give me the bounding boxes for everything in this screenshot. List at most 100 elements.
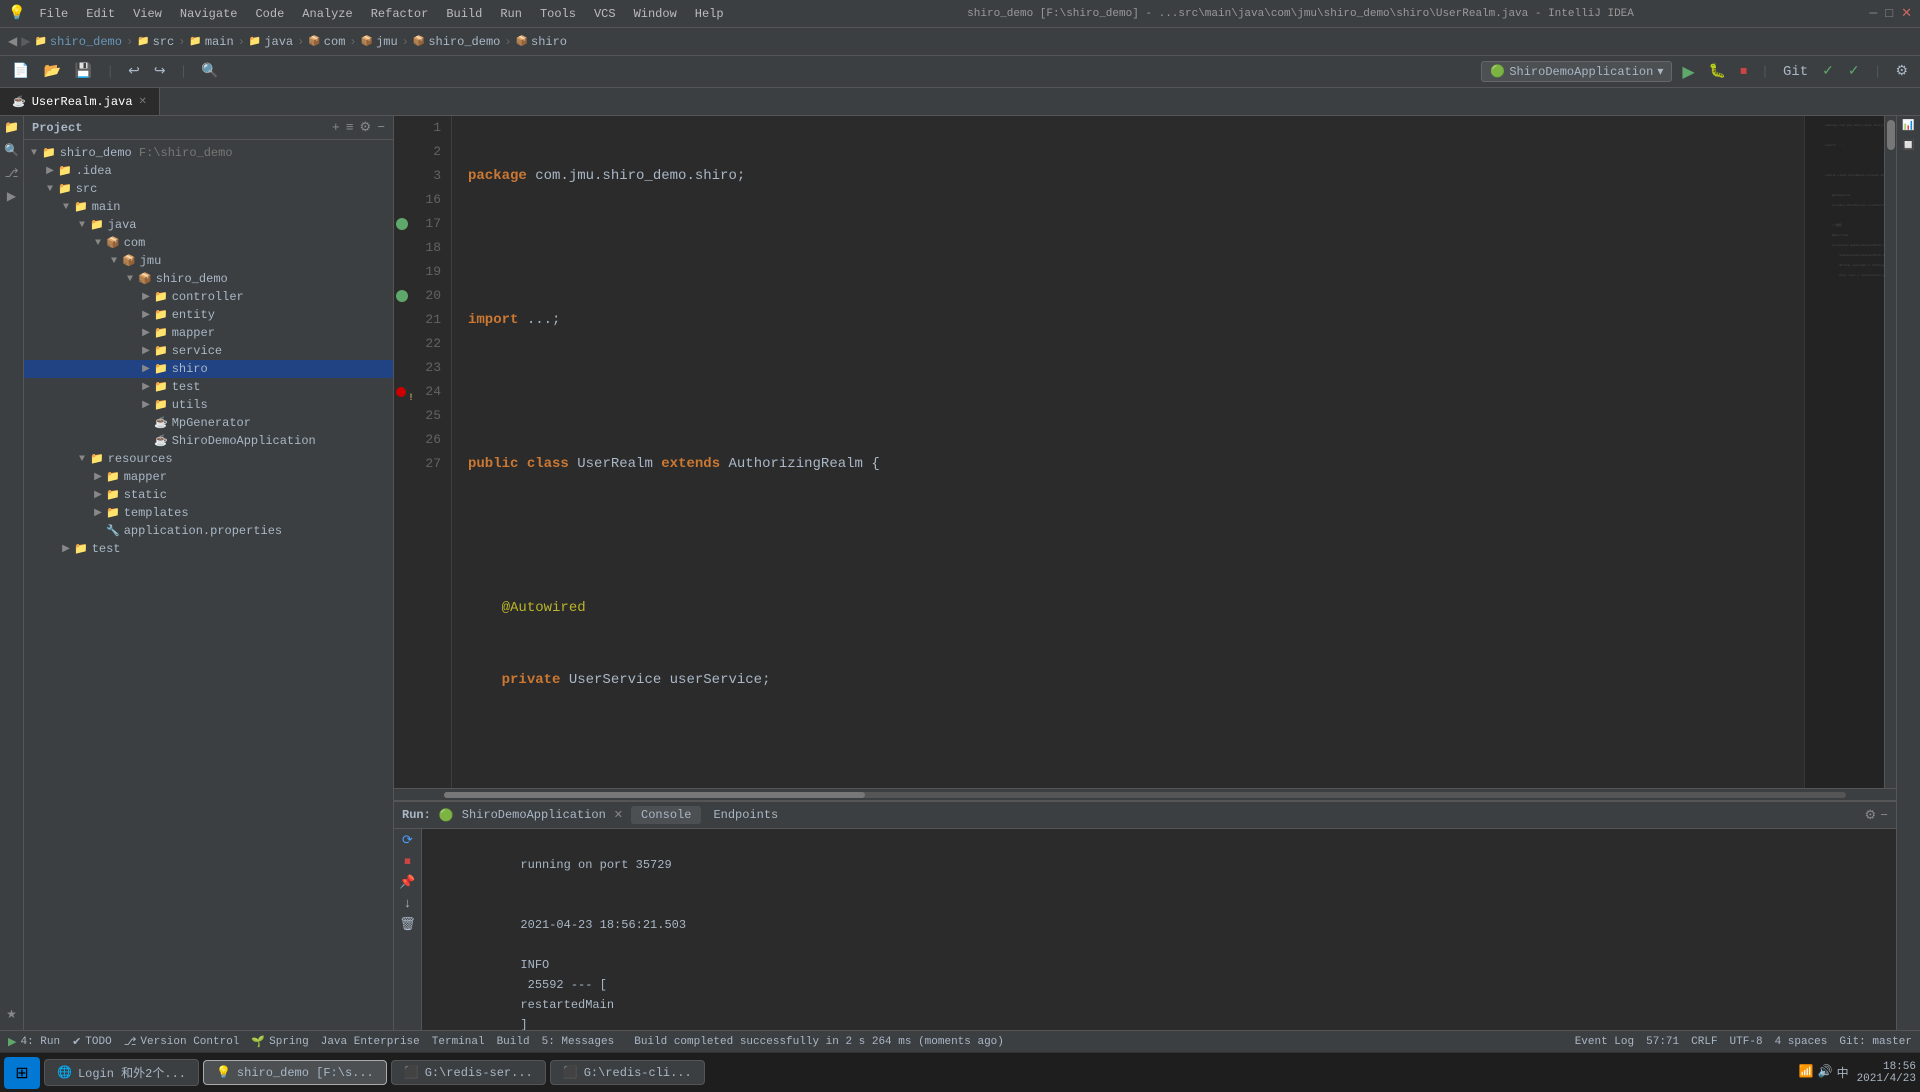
toolbar-save[interactable]: 💾 (71, 61, 96, 82)
project-icon[interactable]: 📁 (4, 120, 19, 135)
project-settings-icon[interactable]: ⚙ (360, 120, 372, 135)
run-config-selector[interactable]: 🟢 ShiroDemoApplication ▾ (1481, 61, 1672, 82)
project-add-icon[interactable]: + (332, 120, 340, 135)
code-content[interactable]: package com.jmu.shiro_demo.shiro; import… (452, 116, 1804, 788)
tree-item-shirodemoapplication[interactable]: ☕ ShiroDemoApplication (24, 432, 393, 450)
tab-close-icon[interactable]: ✕ (139, 96, 147, 108)
menu-analyze[interactable]: Analyze (294, 5, 360, 23)
status-java-enterprise[interactable]: Java Enterprise (321, 1036, 420, 1048)
toolbar-search[interactable]: 🔍 (197, 61, 222, 82)
status-todo[interactable]: ✔ TODO (72, 1035, 112, 1049)
tab-userrealm[interactable]: ☕ UserRealm.java ✕ (0, 88, 160, 115)
status-run[interactable]: ▶ 4: Run (8, 1035, 60, 1049)
toolbar-undo[interactable]: ↩ (124, 61, 144, 82)
taskbar-lang-icon[interactable]: 中 (1837, 1064, 1849, 1081)
tree-item-mapper[interactable]: ▶ 📁 mapper (24, 324, 393, 342)
minimize-button[interactable]: ─ (1869, 6, 1877, 21)
toolbar-open[interactable]: 📂 (39, 61, 64, 82)
menu-vcs[interactable]: VCS (586, 5, 624, 23)
menu-view[interactable]: View (125, 5, 170, 23)
status-build[interactable]: Build (497, 1036, 530, 1048)
taskbar-item-login[interactable]: 🌐 Login 和外2个... (44, 1059, 199, 1086)
tree-item-root[interactable]: ▼ 📁 shiro_demo F:\shiro_demo (24, 144, 393, 162)
tree-item-utils[interactable]: ▶ 📁 utils (24, 396, 393, 414)
tree-item-shiro[interactable]: ▶ 📁 shiro (24, 360, 393, 378)
tree-item-shiro-demo-pkg[interactable]: ▼ 📦 shiro_demo (24, 270, 393, 288)
run-panel-minimize-icon[interactable]: − (1880, 808, 1888, 823)
run-panel-settings-icon[interactable]: ⚙ (1865, 808, 1877, 823)
run-pin-icon[interactable]: 📌 (399, 875, 415, 890)
git-button[interactable]: Git (1779, 62, 1812, 82)
tree-item-controller[interactable]: ▶ 📁 controller (24, 288, 393, 306)
toolbar-redo[interactable]: ↪ (150, 61, 170, 82)
run-stop-icon[interactable]: ⏹ (404, 854, 411, 869)
status-event-log[interactable]: Event Log (1575, 1036, 1634, 1048)
menu-tools[interactable]: Tools (532, 5, 584, 23)
tree-item-java[interactable]: ▼ 📁 java (24, 216, 393, 234)
debug-button[interactable]: 🐛 (1705, 61, 1730, 82)
run-restart-icon[interactable]: ⟳ (402, 833, 413, 848)
git-update[interactable]: ✓ (1818, 61, 1838, 82)
tree-item-test-dir[interactable]: ▶ 📁 test (24, 540, 393, 558)
status-spring[interactable]: 🌱 Spring (251, 1035, 308, 1049)
tree-item-mpgenerator[interactable]: ☕ MpGenerator (24, 414, 393, 432)
menu-code[interactable]: Code (247, 5, 292, 23)
taskbar-clock[interactable]: 18:56 2021/4/23 (1857, 1061, 1916, 1085)
taskbar-network-icon[interactable]: 📶 (1799, 1064, 1814, 1081)
menu-build[interactable]: Build (438, 5, 490, 23)
run-scroll-end-icon[interactable]: ↓ (404, 896, 412, 911)
vertical-scrollbar[interactable] (1884, 116, 1896, 788)
menu-navigate[interactable]: Navigate (172, 5, 246, 23)
menu-window[interactable]: Window (626, 5, 685, 23)
taskbar-item-redis1[interactable]: ⬛ G:\redis-ser... (391, 1060, 546, 1085)
nav-back-icon[interactable]: ◀ (8, 34, 17, 49)
run-close-icon[interactable]: ✕ (614, 808, 623, 822)
taskbar-start-button[interactable]: ⊞ (4, 1057, 40, 1089)
project-collapse-icon[interactable]: ≡ (346, 120, 354, 135)
tab-console[interactable]: Console (631, 806, 701, 824)
menu-run[interactable]: Run (492, 5, 530, 23)
toolbar-settings[interactable]: ⚙ (1891, 61, 1912, 82)
taskbar-item-intellij[interactable]: 💡 shiro_demo [F:\s... (203, 1060, 387, 1085)
menu-refactor[interactable]: Refactor (363, 5, 437, 23)
tree-item-resources[interactable]: ▼ 📁 resources (24, 450, 393, 468)
git-push[interactable]: ✓ (1844, 61, 1864, 82)
status-messages[interactable]: 5: Messages (542, 1036, 615, 1048)
toolbar-new-file[interactable]: 📄 (8, 61, 33, 82)
nav-forward-icon[interactable]: ▶ (21, 34, 30, 49)
taskbar-volume-icon[interactable]: 🔊 (1818, 1064, 1833, 1081)
maximize-button[interactable]: □ (1885, 6, 1893, 21)
favorites-icon[interactable]: ★ (6, 1007, 17, 1022)
tree-item-service[interactable]: ▶ 📁 service (24, 342, 393, 360)
menu-edit[interactable]: Edit (78, 5, 123, 23)
git-side-icon[interactable]: ⎇ (5, 166, 19, 181)
tree-item-static[interactable]: ▶ 📁 static (24, 486, 393, 504)
find-icon[interactable]: 🔍 (4, 143, 19, 158)
right-icon-2[interactable]: 🔲 (1902, 140, 1914, 152)
close-button[interactable]: ✕ (1901, 6, 1912, 21)
horizontal-scrollbar[interactable] (394, 788, 1896, 800)
tree-item-com[interactable]: ▼ 📦 com (24, 234, 393, 252)
tree-item-entity[interactable]: ▶ 📁 entity (24, 306, 393, 324)
menu-file[interactable]: File (31, 5, 76, 23)
tree-item-templates[interactable]: ▶ 📁 templates (24, 504, 393, 522)
tree-item-test-pkg[interactable]: ▶ 📁 test (24, 378, 393, 396)
right-icon-1[interactable]: 📊 (1902, 120, 1914, 132)
menu-help[interactable]: Help (687, 5, 732, 23)
code-editor[interactable]: 1 2 3 16 17 18 19 20 21 22 23 (394, 116, 1896, 788)
status-terminal[interactable]: Terminal (432, 1036, 485, 1048)
tree-item-src[interactable]: ▼ 📁 src (24, 180, 393, 198)
tree-item-app-props[interactable]: 🔧 application.properties (24, 522, 393, 540)
project-close-icon[interactable]: − (377, 120, 385, 135)
run-button[interactable]: ▶ (1678, 60, 1698, 84)
tab-endpoints[interactable]: Endpoints (703, 806, 788, 824)
tree-item-main[interactable]: ▼ 📁 main (24, 198, 393, 216)
tree-item-mapper-res[interactable]: ▶ 📁 mapper (24, 468, 393, 486)
stop-button[interactable]: ⏹ (1736, 62, 1751, 82)
run-side-icon[interactable]: ▶ (7, 189, 16, 204)
tree-item-jmu[interactable]: ▼ 📦 jmu (24, 252, 393, 270)
status-version-control[interactable]: ⎇ Version Control (124, 1035, 240, 1049)
taskbar-item-redis2[interactable]: ⬛ G:\redis-cli... (550, 1060, 705, 1085)
tree-item-idea[interactable]: ▶ 📁 .idea (24, 162, 393, 180)
run-clear-icon[interactable]: 🗑 (399, 917, 416, 932)
